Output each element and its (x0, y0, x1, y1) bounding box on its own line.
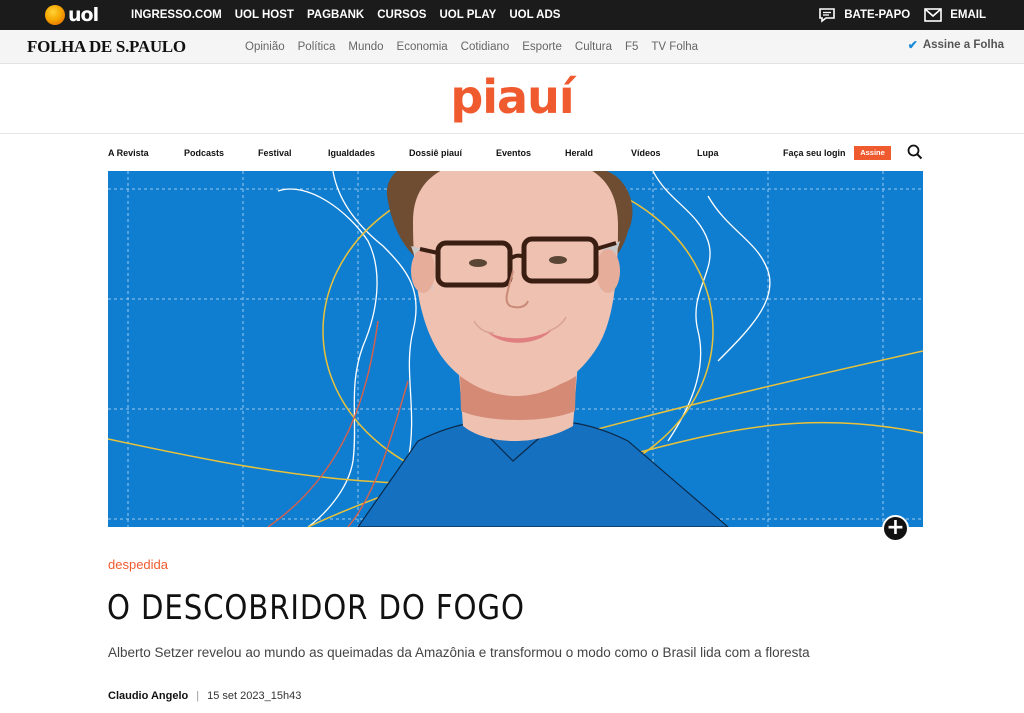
login-link[interactable]: Faça seu login (783, 148, 846, 158)
folha-nav-cultura[interactable]: Cultura (575, 41, 612, 53)
bate-papo-link[interactable]: BATE-PAPO (818, 7, 910, 23)
byline-separator: | (196, 690, 200, 702)
uol-link-host[interactable]: UOL HOST (235, 9, 294, 21)
subscribe-button[interactable]: Assine (854, 146, 891, 160)
article-kicker[interactable]: despedida (108, 557, 168, 572)
folha-nav: Opinião Política Mundo Economia Cotidian… (245, 30, 698, 64)
uol-link-ads[interactable]: UOL ADS (509, 9, 560, 21)
folha-nav-f5[interactable]: F5 (625, 41, 638, 53)
uol-logo-text: uol (68, 4, 99, 26)
folha-bar: FOLHA DE S.PAULO Opinião Política Mundo … (0, 30, 1024, 64)
uol-link-cursos[interactable]: CURSOS (377, 9, 426, 21)
uol-link-pagbank[interactable]: PAGBANK (307, 9, 364, 21)
uol-top-bar: uol INGRESSO.COM UOL HOST PAGBANK CURSOS… (0, 0, 1024, 30)
folha-nav-politica[interactable]: Política (298, 41, 336, 53)
folha-nav-cotidiano[interactable]: Cotidiano (461, 41, 510, 53)
nav-a-revista[interactable]: A Revista (108, 148, 184, 158)
search-icon[interactable] (907, 144, 923, 160)
uol-link-ingresso[interactable]: INGRESSO.COM (131, 9, 222, 21)
folha-subscribe-link[interactable]: ✔ Assine a Folha (908, 30, 1004, 60)
article-dek: Alberto Setzer revelou ao mundo as queim… (108, 645, 810, 660)
nav-dossie-piaui[interactable]: Dossiê piauí (409, 148, 496, 158)
uol-ball-icon (45, 5, 65, 25)
piaui-logo[interactable]: piauí (0, 70, 1024, 124)
nav-eventos[interactable]: Eventos (496, 148, 565, 158)
plus-circle-icon[interactable]: + (882, 515, 909, 542)
email-label: EMAIL (950, 9, 986, 21)
email-link[interactable]: EMAIL (924, 8, 986, 22)
uol-logo[interactable]: uol (45, 4, 99, 26)
masthead: piauí (0, 64, 1024, 134)
section-nav: A Revista Podcasts Festival Igualdades D… (0, 135, 1024, 171)
byline: Claudio Angelo | 15 set 2023_15h43 (108, 690, 301, 702)
envelope-icon (924, 8, 943, 22)
article-title: O DESCOBRIDOR DO FOGO (107, 588, 525, 628)
hero-illustration[interactable] (108, 171, 923, 527)
portrait-illustration (108, 171, 923, 527)
nav-lupa[interactable]: Lupa (697, 148, 737, 158)
folha-nav-tv-folha[interactable]: TV Folha (651, 41, 698, 53)
bate-papo-label: BATE-PAPO (844, 9, 911, 21)
chat-bubble-icon (819, 8, 835, 23)
nav-herald[interactable]: Herald (565, 148, 631, 158)
folha-nav-economia[interactable]: Economia (397, 41, 448, 53)
folha-subscribe-label: Assine a Folha (922, 39, 1004, 51)
uol-links: INGRESSO.COM UOL HOST PAGBANK CURSOS UOL… (131, 0, 560, 30)
nav-igualdades[interactable]: Igualdades (328, 148, 409, 158)
nav-festival[interactable]: Festival (258, 148, 328, 158)
section-nav-links: A Revista Podcasts Festival Igualdades D… (108, 135, 737, 171)
nav-podcasts[interactable]: Podcasts (184, 148, 258, 158)
folha-nav-mundo[interactable]: Mundo (348, 41, 383, 53)
folha-logo[interactable]: FOLHA DE S.PAULO (27, 37, 186, 57)
nav-videos[interactable]: Vídeos (631, 148, 697, 158)
uol-link-play[interactable]: UOL PLAY (439, 9, 496, 21)
check-icon: ✔ (907, 38, 918, 52)
folha-nav-esporte[interactable]: Esporte (522, 41, 562, 53)
publish-date: 15 set 2023_15h43 (207, 690, 302, 702)
folha-nav-opiniao[interactable]: Opinião (245, 41, 285, 53)
author-link[interactable]: Claudio Angelo (108, 690, 188, 702)
uol-right-links: BATE-PAPO EMAIL (818, 0, 986, 30)
